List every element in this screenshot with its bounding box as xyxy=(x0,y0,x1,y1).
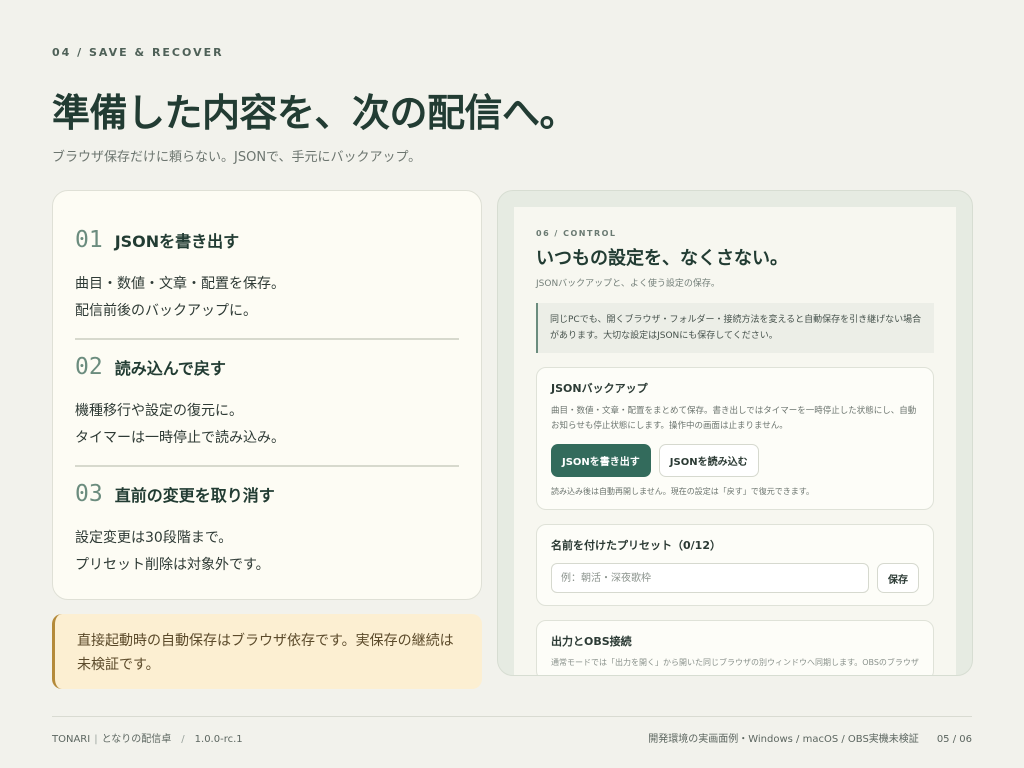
page-title: 準備した内容を、次の配信へ。 xyxy=(52,91,578,135)
preview-subtitle: JSONバックアップと、よく使う設定の保存。 xyxy=(536,279,720,289)
step-line: プリセット削除は対象外です。 xyxy=(75,557,270,573)
json-backup-title: JSONバックアップ xyxy=(551,382,648,395)
footer-brand: TONARI | となりの配信卓 / 1.0.0-rc.1 xyxy=(52,730,243,745)
step-description: 設定変更は30段階まで。 プリセット削除は対象外です。 xyxy=(75,525,459,579)
app-preview-frame: 06 / CONTROL いつもの設定を、なくさない。 JSONバックアップと、… xyxy=(497,190,973,676)
steps-card: 01 JSONを書き出す 曲目・数値・文章・配置を保存。 配信前後のバックアップ… xyxy=(52,190,482,600)
step-number: 03 xyxy=(75,481,103,507)
step-line: 配信前後のバックアップに。 xyxy=(75,303,257,319)
step-number: 01 xyxy=(75,227,103,253)
step-divider xyxy=(75,338,459,340)
preset-title: 名前を付けたプリセット（0/12） xyxy=(551,539,721,552)
environment-note: 開発環境の実画面例・Windows / macOS / OBS実機未検証 xyxy=(648,734,919,745)
footer-divider xyxy=(52,716,972,717)
step-description: 機種移行や設定の復元に。 タイマーは一時停止で読み込み。 xyxy=(75,398,459,452)
section-eyebrow: 04 / SAVE & RECOVER xyxy=(52,46,224,59)
page-subtitle: ブラウザ保存だけに頼らない。JSONで、手元にバックアップ。 xyxy=(52,150,422,165)
json-backup-note: 読み込み後は自動再開しません。現在の設定は「戻す」で復元できます。 xyxy=(551,487,814,496)
footer-meta: 開発環境の実画面例・Windows / macOS / OBS実機未検証 05 /… xyxy=(648,730,972,745)
autosave-alert: 同じPCでも、開くブラウザ・フォルダー・接続方法を変えると自動保存を引き継げない… xyxy=(536,303,934,353)
json-backup-card: JSONバックアップ 曲目・数値・文章・配置をまとめて保存。書き出しではタイマー… xyxy=(536,367,934,510)
step-line: 曲目・数値・文章・配置を保存。 xyxy=(75,276,285,292)
save-preset-button[interactable]: 保存 xyxy=(877,563,919,593)
app-preview[interactable]: 06 / CONTROL いつもの設定を、なくさない。 JSONバックアップと、… xyxy=(514,207,956,675)
step-line: タイマーは一時停止で読み込み。 xyxy=(75,430,285,446)
preset-card: 名前を付けたプリセット（0/12） 保存 xyxy=(536,524,934,606)
output-obs-card: 出力とOBS接続 通常モードでは「出力を開く」から開いた同じブラウザの別ウィンド… xyxy=(536,620,934,675)
step-title: 直前の変更を取り消す xyxy=(114,486,275,505)
step-description: 曲目・数値・文章・配置を保存。 配信前後のバックアップに。 xyxy=(75,271,459,325)
step-number: 02 xyxy=(75,354,103,380)
separator: / xyxy=(181,734,185,745)
page-number: 05 / 06 xyxy=(936,734,972,745)
export-json-button[interactable]: JSONを書き出す xyxy=(551,444,651,477)
output-obs-description: 通常モードでは「出力を開く」から開いた同じブラウザの別ウィンドウへ同期します。O… xyxy=(551,658,919,667)
step-line: 機種移行や設定の復元に。 xyxy=(75,403,243,419)
step-03: 03 直前の変更を取り消す 設定変更は30段階まで。 プリセット削除は対象外です… xyxy=(75,481,459,579)
brand-name: TONARI xyxy=(52,734,91,745)
preset-name-input[interactable] xyxy=(551,563,869,593)
step-line: 設定変更は30段階まで。 xyxy=(75,530,233,546)
app-name: となりの配信卓 xyxy=(101,734,172,745)
step-title: 読み込んで戻す xyxy=(114,359,226,378)
step-02: 02 読み込んで戻す 機種移行や設定の復元に。 タイマーは一時停止で読み込み。 xyxy=(75,354,459,452)
preview-title: いつもの設定を、なくさない。 xyxy=(536,248,788,269)
step-title: JSONを書き出す xyxy=(114,232,240,251)
output-obs-title: 出力とOBS接続 xyxy=(551,635,632,648)
separator: | xyxy=(94,734,98,745)
step-divider xyxy=(75,465,459,467)
json-backup-description: 曲目・数値・文章・配置をまとめて保存。書き出しではタイマーを一時停止した状態にし… xyxy=(551,406,917,431)
import-json-button[interactable]: JSONを読み込む xyxy=(658,444,759,477)
preview-eyebrow: 06 / CONTROL xyxy=(536,229,617,238)
version: 1.0.0-rc.1 xyxy=(194,734,243,745)
warning-note: 直接起動時の自動保存はブラウザ依存です。実保存の継続は未検証です。 xyxy=(52,614,482,689)
step-01: 01 JSONを書き出す 曲目・数値・文章・配置を保存。 配信前後のバックアップ… xyxy=(75,227,459,325)
